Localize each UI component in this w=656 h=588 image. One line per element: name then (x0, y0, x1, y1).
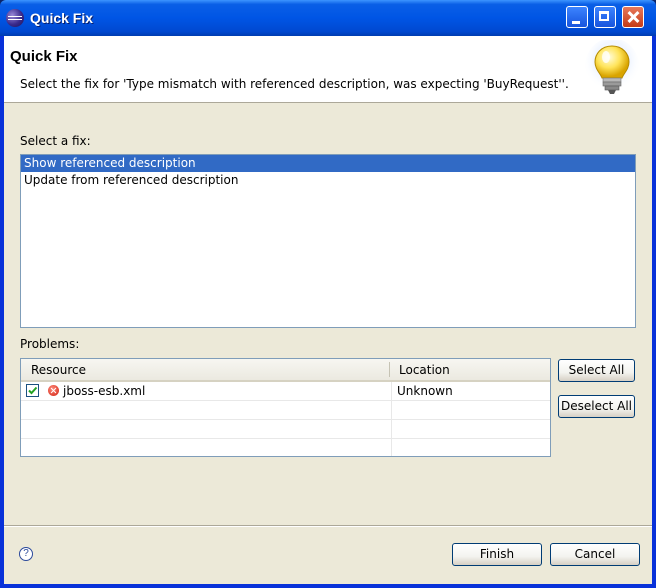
table-header: Resource Location (21, 359, 550, 382)
fix-item-update-referenced[interactable]: Update from referenced description (21, 172, 635, 189)
close-button[interactable] (622, 6, 644, 28)
column-line (391, 382, 392, 400)
lightbulb-icon (585, 40, 639, 94)
quick-fix-window: Quick Fix Quick Fix Select the fix for '… (0, 0, 656, 588)
window-title: Quick Fix (30, 10, 94, 26)
select-all-button[interactable]: Select All (558, 359, 635, 382)
column-location[interactable]: Location (399, 363, 450, 377)
column-resource[interactable]: Resource (31, 363, 86, 377)
problem-checkbox[interactable] (26, 384, 39, 397)
deselect-all-button[interactable]: Deselect All (558, 395, 635, 418)
problems-table[interactable]: Resource Location jboss-esb.xml Unknown (20, 358, 551, 457)
dialog-header: Quick Fix Select the fix for 'Type misma… (4, 36, 652, 103)
table-row[interactable]: jboss-esb.xml Unknown (21, 382, 550, 401)
column-divider[interactable] (389, 362, 390, 377)
location-value: Unknown (397, 384, 453, 398)
resource-name: jboss-esb.xml (63, 384, 146, 398)
eclipse-icon (6, 9, 24, 27)
column-line (391, 401, 392, 419)
window-frame-bottom (0, 584, 656, 588)
select-fix-label: Select a fix: (20, 134, 91, 148)
header-title: Quick Fix (10, 48, 78, 65)
footer-divider (4, 525, 652, 527)
header-message: Select the fix for 'Type mismatch with r… (20, 77, 569, 91)
table-row-empty (21, 401, 550, 420)
dialog-body: Quick Fix Select the fix for 'Type misma… (4, 36, 652, 584)
fix-list[interactable]: Show referenced description Update from … (20, 154, 636, 328)
table-row-empty (21, 420, 550, 439)
minimize-button[interactable] (566, 6, 588, 28)
column-line (391, 420, 392, 438)
window-frame-right (652, 36, 656, 588)
error-icon (48, 385, 59, 396)
fix-item-show-referenced[interactable]: Show referenced description (21, 155, 635, 172)
checkmark-icon (28, 386, 38, 395)
table-row-empty (21, 439, 550, 456)
finish-button[interactable]: Finish (452, 543, 542, 566)
title-bar[interactable]: Quick Fix (0, 0, 656, 36)
problems-label: Problems: (20, 337, 80, 351)
column-line (391, 439, 392, 456)
maximize-button[interactable] (594, 6, 616, 28)
help-icon[interactable]: ? (19, 547, 33, 561)
cancel-button[interactable]: Cancel (550, 543, 640, 566)
